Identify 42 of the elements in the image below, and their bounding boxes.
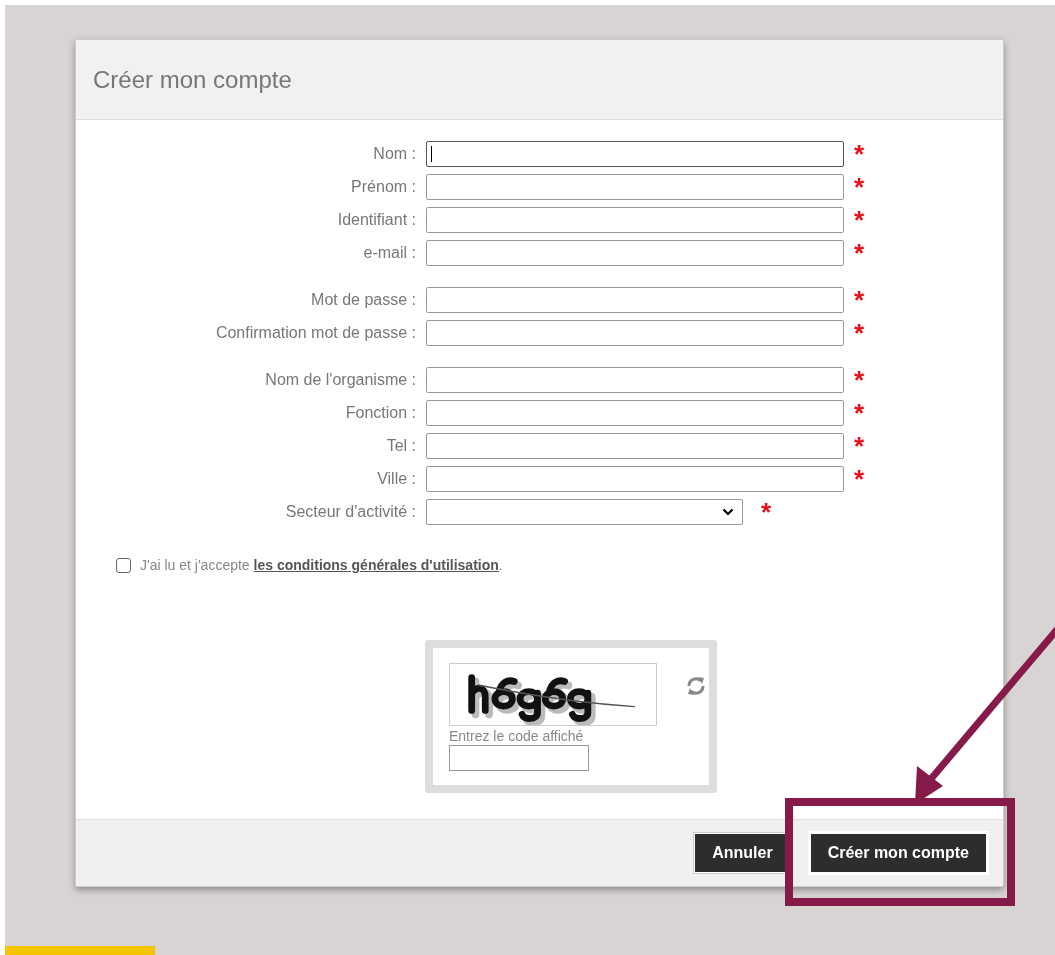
required-mark: * (761, 499, 773, 525)
input-field[interactable] (426, 174, 844, 200)
field-label: Nom de l'organisme : (265, 370, 416, 390)
field-label: Ville : (377, 469, 416, 489)
input-field[interactable] (426, 466, 844, 492)
field-label: Secteur d'activité : (285, 502, 416, 522)
input-field[interactable] (426, 240, 844, 266)
field-label: Nom : (373, 144, 416, 164)
required-mark: * (854, 400, 866, 426)
field-label: Prénom : (351, 177, 416, 197)
field-label: Identifiant : (337, 210, 416, 230)
checkbox[interactable] (116, 557, 131, 573)
terms-text: J'ai lu et j'accepte les conditions générales d'utilisation. (140, 557, 503, 573)
refresh-icon[interactable] (685, 675, 707, 697)
dialog-title: Créer mon compte (93, 65, 292, 94)
required-mark: * (854, 320, 866, 346)
terms-link[interactable]: les conditions générales d'utilisation (253, 557, 499, 573)
input-field[interactable] (426, 141, 844, 167)
input-field[interactable] (426, 367, 844, 393)
input-field[interactable] (426, 287, 844, 313)
required-mark: * (854, 240, 866, 266)
chevron-down-icon (722, 508, 734, 516)
input-field[interactable] (426, 433, 844, 459)
field-label: e-mail : (363, 243, 416, 263)
input-field[interactable] (426, 400, 844, 426)
create-account-button[interactable]: Créer mon compte (809, 833, 987, 873)
field-label: Fonction : (345, 403, 416, 423)
input-field[interactable] (426, 207, 844, 233)
input-field[interactable] (426, 320, 844, 346)
field-label: Tel : (386, 436, 416, 456)
captcha-prompt: Entrez le code affiché (449, 728, 585, 744)
required-mark: * (854, 367, 866, 393)
field-label: Confirmation mot de passe : (215, 323, 416, 343)
captcha-input-field[interactable] (449, 745, 589, 771)
required-mark: * (854, 433, 866, 459)
required-mark: * (854, 141, 866, 167)
field-label: Mot de passe : (311, 290, 416, 310)
dropdown-field[interactable] (426, 499, 743, 525)
required-mark: * (854, 466, 866, 492)
required-mark: * (854, 287, 866, 313)
required-mark: * (854, 207, 866, 233)
required-mark: * (854, 174, 866, 200)
